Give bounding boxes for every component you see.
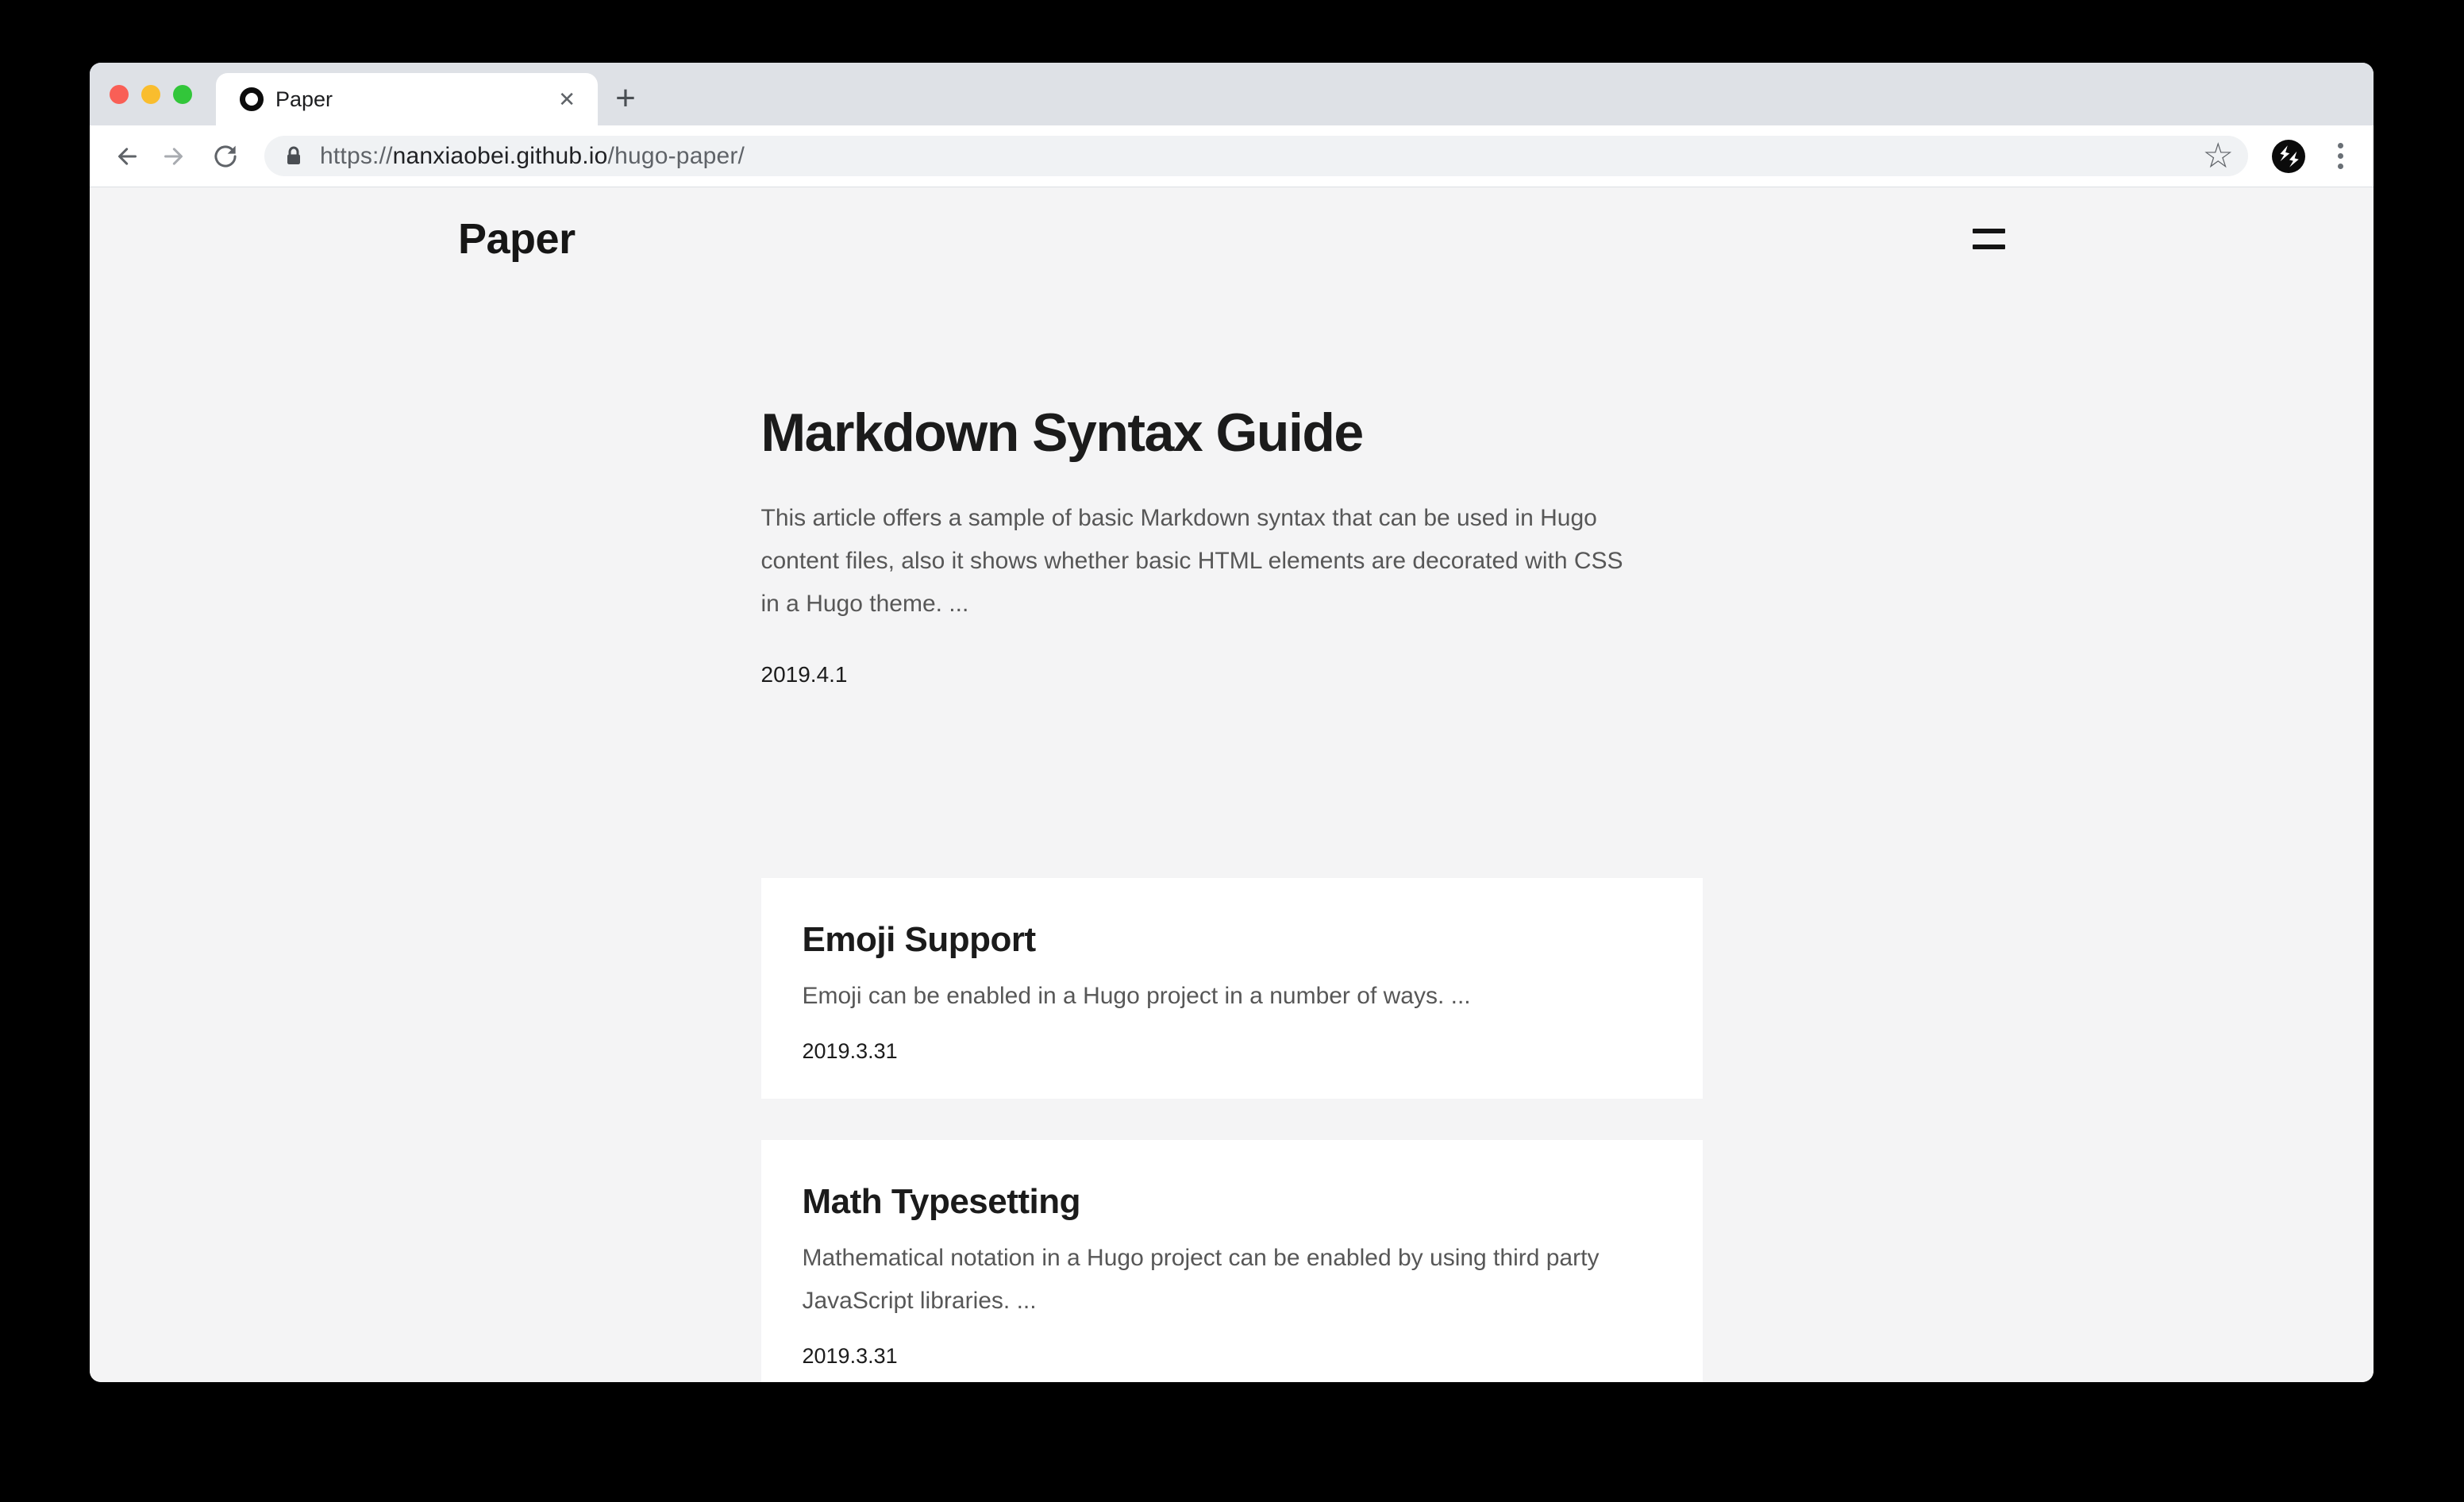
post-excerpt: Emoji can be enabled in a Hugo project i… — [803, 975, 1652, 1018]
site-header: Paper — [90, 187, 2374, 267]
traffic-lights — [110, 85, 192, 104]
forward-button[interactable] — [157, 138, 194, 175]
back-arrow-icon — [110, 141, 141, 172]
excerpt-line: content files, also it shows whether bas… — [761, 540, 1703, 583]
new-tab-button[interactable]: + — [607, 80, 644, 117]
menu-bar — [1973, 245, 2005, 249]
post-excerpt: Mathematical notation in a Hugo project … — [803, 1237, 1652, 1323]
kebab-dot — [2338, 153, 2343, 159]
kebab-dot — [2338, 164, 2343, 169]
refresh-button[interactable] — [207, 138, 244, 175]
post-card-math-typesetting[interactable]: Math Typesetting Mathematical notation i… — [761, 1140, 1703, 1382]
forward-arrow-icon — [160, 141, 191, 172]
post-title[interactable]: Emoji Support — [803, 918, 1652, 962]
tab-title: Paper — [275, 87, 555, 112]
featured-post-title[interactable]: Markdown Syntax Guide — [761, 400, 1703, 465]
webpage: Paper Markdown Syntax Guide This article… — [90, 187, 2374, 1382]
post-date: 2019.3.31 — [803, 1342, 1652, 1370]
site-logo[interactable]: Paper — [458, 211, 576, 267]
refresh-icon — [210, 141, 241, 172]
browser-window: Paper ✕ + https://nanxi — [90, 63, 2374, 1382]
tab-strip: Paper ✕ + — [90, 63, 2374, 125]
browser-toolbar: https://nanxiaobei.github.io/hugo-paper/… — [90, 125, 2374, 187]
featured-post-excerpt: This article offers a sample of basic Ma… — [761, 497, 1703, 626]
bookmark-star-icon[interactable]: ☆ — [2203, 139, 2234, 174]
url-scheme: https:// — [320, 143, 393, 169]
url-host: nanxiaobei.github.io — [393, 143, 608, 169]
address-bar[interactable]: https://nanxiaobei.github.io/hugo-paper/… — [264, 136, 2248, 176]
excerpt-line: in a Hugo theme. ... — [761, 583, 1703, 626]
post-date: 2019.3.31 — [803, 1037, 1652, 1065]
url-text: https://nanxiaobei.github.io/hugo-paper/ — [320, 143, 2193, 170]
secure-lock-icon — [282, 144, 306, 168]
back-button[interactable] — [107, 138, 144, 175]
browser-tab-paper[interactable]: Paper ✕ — [216, 73, 598, 125]
post-list: Emoji Support Emoji can be enabled in a … — [761, 878, 1703, 1382]
close-tab-icon[interactable]: ✕ — [555, 86, 579, 113]
kebab-dot — [2338, 143, 2343, 148]
post-title[interactable]: Math Typesetting — [803, 1180, 1652, 1224]
lightning-extension-icon — [2272, 140, 2305, 173]
url-path: /hugo-paper/ — [608, 143, 745, 169]
window-minimize-button[interactable] — [141, 85, 160, 104]
window-zoom-button[interactable] — [173, 85, 192, 104]
main-content: Markdown Syntax Guide This article offer… — [761, 400, 1703, 1382]
extension-button[interactable] — [2272, 140, 2305, 173]
paper-favicon-icon — [240, 87, 264, 111]
window-close-button[interactable] — [110, 85, 129, 104]
hamburger-menu-button[interactable] — [1973, 224, 2005, 254]
excerpt-line: This article offers a sample of basic Ma… — [761, 497, 1703, 540]
menu-bar — [1973, 229, 2005, 233]
browser-menu-button[interactable] — [2338, 143, 2343, 169]
excerpt-line: JavaScript libraries. ... — [803, 1280, 1652, 1323]
excerpt-line: Mathematical notation in a Hugo project … — [803, 1237, 1652, 1280]
post-card-emoji-support[interactable]: Emoji Support Emoji can be enabled in a … — [761, 878, 1703, 1099]
excerpt-line: Emoji can be enabled in a Hugo project i… — [803, 975, 1652, 1018]
featured-post-date: 2019.4.1 — [761, 659, 1703, 691]
